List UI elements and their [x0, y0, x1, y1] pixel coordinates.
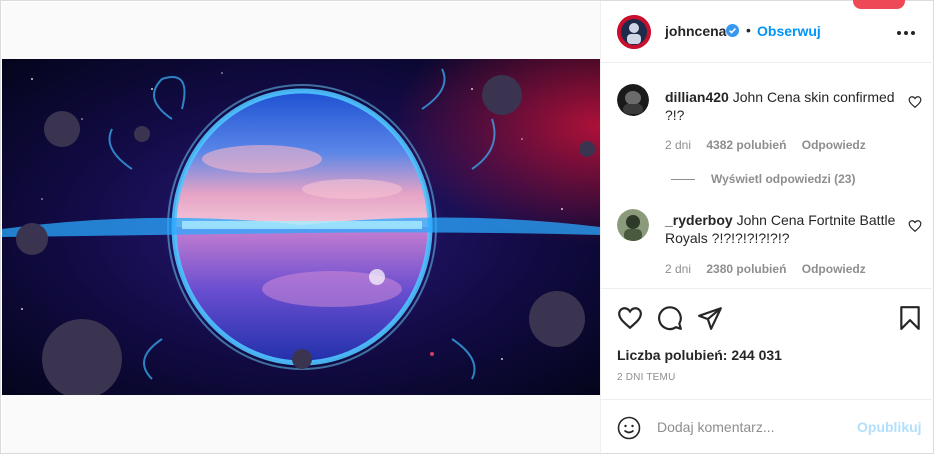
author-username[interactable]: johncena [665, 23, 726, 39]
heart-icon[interactable] [617, 305, 643, 331]
comment-body: dillian420 John Cena skin confirmed ?!? [665, 88, 903, 124]
comment-meta: 2 dni 4382 polubień Odpowiedz [665, 138, 878, 152]
author-avatar[interactable] [617, 15, 651, 49]
replies-divider [671, 179, 695, 181]
follow-button[interactable]: Obserwuj [757, 23, 821, 39]
portal-artwork [2, 59, 600, 395]
view-replies-button[interactable]: Wyświetl odpowiedzi (23) [671, 172, 855, 186]
view-replies-label: Wyświetl odpowiedzi (23) [711, 172, 856, 186]
heart-icon[interactable] [908, 219, 922, 233]
comment-icon[interactable] [657, 305, 683, 331]
more-options-icon[interactable] [897, 25, 917, 39]
comments-list: dillian420 John Cena skin confirmed ?!? … [601, 63, 934, 289]
post-header: johncena • Obserwuj [601, 0, 934, 63]
comment-likes[interactable]: 4382 polubień [706, 138, 786, 152]
media-area [2, 2, 600, 453]
post-dialog: johncena • Obserwuj dillian420 John Cena… [0, 0, 934, 455]
comment-likes[interactable]: 2380 polubień [706, 262, 786, 276]
notification-pill[interactable] [853, 0, 905, 9]
share-icon[interactable] [697, 305, 723, 331]
reply-button[interactable]: Odpowiedz [802, 138, 866, 152]
publish-button[interactable]: Opublikuj [857, 419, 922, 435]
emoji-icon[interactable] [617, 416, 641, 440]
likes-count[interactable]: Liczba polubień: 244 031 [617, 347, 782, 363]
comment-avatar[interactable] [617, 84, 649, 116]
comment-avatar[interactable] [617, 209, 649, 241]
reply-button[interactable]: Odpowiedz [802, 262, 866, 276]
comment-input[interactable] [657, 416, 837, 438]
bookmark-icon[interactable] [897, 305, 923, 331]
action-bar [601, 291, 934, 341]
comment-age[interactable]: 2 dni [665, 138, 691, 152]
post-timestamp[interactable]: 2 DNI TEMU [617, 372, 676, 383]
comment-meta: 2 dni 2380 polubień Odpowiedz [665, 262, 878, 276]
verified-badge-icon [726, 24, 739, 37]
comment-body: _ryderboy John Cena Fortnite Battle Roya… [665, 211, 903, 247]
post-image[interactable] [2, 59, 600, 395]
comment-age[interactable]: 2 dni [665, 262, 691, 276]
separator-dot: • [746, 22, 751, 38]
post-sidebar: johncena • Obserwuj dillian420 John Cena… [600, 0, 934, 455]
add-comment-bar: Opublikuj [601, 399, 934, 455]
comment-username[interactable]: dillian420 [665, 89, 729, 105]
comment-username[interactable]: _ryderboy [665, 212, 733, 228]
heart-icon[interactable] [908, 95, 922, 109]
